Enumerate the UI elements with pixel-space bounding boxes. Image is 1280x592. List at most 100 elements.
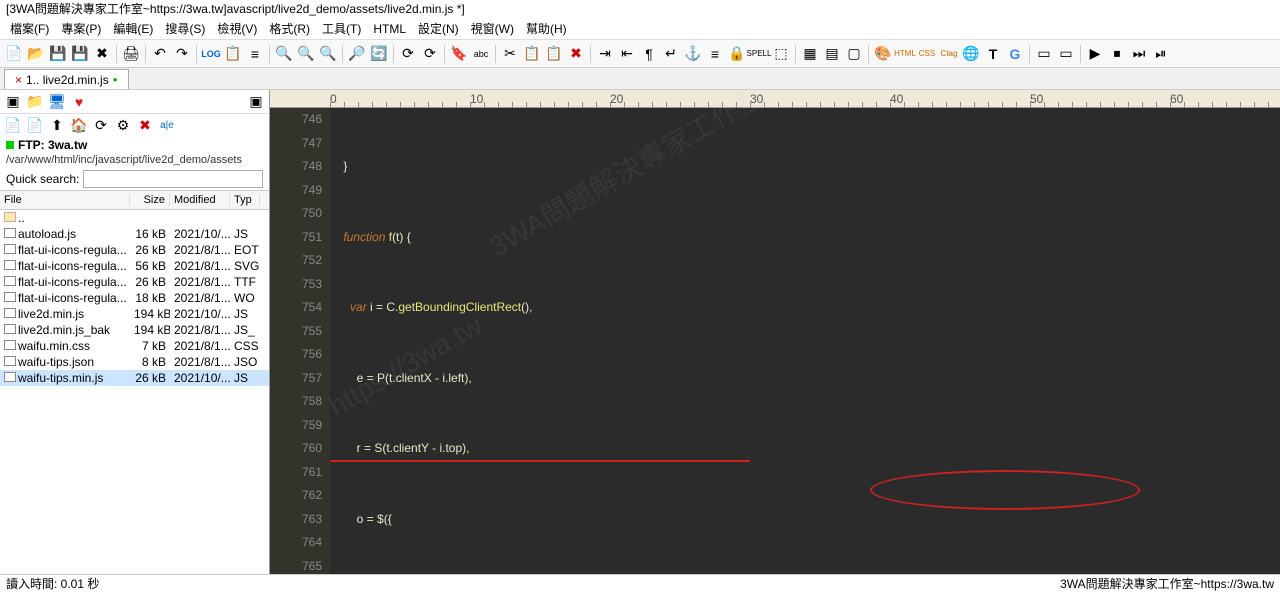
code-area[interactable]: } function f(t) { var i = C.getBoundingC… <box>330 108 1280 574</box>
delete-icon[interactable]: ✖ <box>566 44 586 64</box>
code-editor[interactable]: 010203040506070 746747748749750751752753… <box>270 90 1280 574</box>
stop-icon[interactable]: ⏹ <box>1107 44 1127 64</box>
html-icon[interactable]: HTML <box>895 44 915 64</box>
file-row[interactable]: flat-ui-icons-regula...26 kB2021/8/1...T… <box>0 274 269 290</box>
menu-edit[interactable]: 編輯(E) <box>107 18 159 39</box>
doc-icon[interactable]: 📋 <box>223 44 243 64</box>
tag-icon[interactable]: ⬚ <box>771 44 791 64</box>
menu-settings[interactable]: 設定(N) <box>412 18 465 39</box>
menu-window[interactable]: 視窗(W) <box>465 18 520 39</box>
undo-icon[interactable]: ↶ <box>150 44 170 64</box>
para-icon[interactable]: ¶ <box>639 44 659 64</box>
indent-icon[interactable]: ⇥ <box>595 44 615 64</box>
reload-icon[interactable]: ⟳ <box>398 44 418 64</box>
nav-refresh-icon[interactable]: ⟳ <box>92 116 110 134</box>
panel-windows-icon[interactable]: ▣ <box>247 93 265 111</box>
toolbar: 📄 📂 💾 💾 ✖ 🖨 ↶ ↷ LOG 📋 ≡ 🔍 🔍 🔍 🔎 🔄 ⟳ ⟳ 🔖 … <box>0 40 1280 68</box>
file-table: File Size Modified Typ ..autoload.js16 k… <box>0 190 269 574</box>
quick-search-input[interactable] <box>83 170 263 188</box>
format-icon[interactable]: ≡ <box>705 44 725 64</box>
menu-tools[interactable]: 工具(T) <box>316 18 367 39</box>
color-icon[interactable]: 🎨 <box>873 44 893 64</box>
new-file-icon[interactable]: 📄 <box>4 44 24 64</box>
nav-up-icon[interactable]: ⬆ <box>48 116 66 134</box>
file-row[interactable]: flat-ui-icons-regula...18 kB2021/8/1...W… <box>0 290 269 306</box>
panel-files-icon[interactable]: ▣ <box>4 93 22 111</box>
col-file[interactable]: File <box>0 194 130 206</box>
form-icon[interactable]: ▤ <box>822 44 842 64</box>
nav-home-icon[interactable]: 🏠 <box>70 116 88 134</box>
cut-icon[interactable]: ✂ <box>500 44 520 64</box>
spell2-icon[interactable]: SPELL <box>749 44 769 64</box>
close-icon[interactable]: ✖ <box>92 44 112 64</box>
menu-view[interactable]: 檢視(V) <box>211 18 263 39</box>
replace-icon[interactable]: 🔄 <box>369 44 389 64</box>
css-icon[interactable]: CSS <box>917 44 937 64</box>
next-icon[interactable]: ⏭ <box>1129 44 1149 64</box>
lock-icon[interactable]: 🔒 <box>727 44 747 64</box>
text-icon[interactable]: T <box>983 44 1003 64</box>
find-icon[interactable]: 🔎 <box>347 44 367 64</box>
globe-icon[interactable]: 🌐 <box>961 44 981 64</box>
zoom-out-icon[interactable]: 🔍 <box>318 44 338 64</box>
file-row[interactable]: waifu-tips.json8 kB2021/8/1...JSO <box>0 354 269 370</box>
bookmark-icon[interactable]: 🔖 <box>449 44 469 64</box>
tab-modified-icon: ● <box>113 70 118 90</box>
file-row[interactable]: flat-ui-icons-regula...56 kB2021/8/1...S… <box>0 258 269 274</box>
menu-help[interactable]: 幫助(H) <box>520 18 573 39</box>
spell-icon[interactable]: abc <box>471 44 491 64</box>
wrap-icon[interactable]: ↵ <box>661 44 681 64</box>
anchor-icon[interactable]: ⚓ <box>683 44 703 64</box>
tab-label: 1.. live2d.min.js <box>26 70 109 90</box>
end-icon[interactable]: ⏯ <box>1151 44 1171 64</box>
copy-icon[interactable]: 📋 <box>522 44 542 64</box>
google-icon[interactable]: G <box>1005 44 1025 64</box>
menu-project[interactable]: 專案(P) <box>55 18 107 39</box>
col-modified[interactable]: Modified <box>170 194 230 206</box>
cell-icon[interactable]: ▢ <box>844 44 864 64</box>
zoom-in-icon[interactable]: 🔍 <box>296 44 316 64</box>
menu-html[interactable]: HTML <box>367 20 412 38</box>
win2-icon[interactable]: ▭ <box>1056 44 1076 64</box>
outdent-icon[interactable]: ⇤ <box>617 44 637 64</box>
redo-icon[interactable]: ↷ <box>172 44 192 64</box>
file-row[interactable]: live2d.min.js194 kB2021/10/...JS <box>0 306 269 322</box>
file-row[interactable]: .. <box>0 210 269 226</box>
col-type[interactable]: Typ <box>230 194 260 206</box>
table-icon[interactable]: ▦ <box>800 44 820 64</box>
tab-close-icon[interactable]: × <box>15 70 22 90</box>
file-row[interactable]: live2d.min.js_bak194 kB2021/8/1...JS_ <box>0 322 269 338</box>
file-row[interactable]: flat-ui-icons-regula...26 kB2021/8/1...E… <box>0 242 269 258</box>
menu-format[interactable]: 格式(R) <box>263 18 316 39</box>
tab-file[interactable]: × 1.. live2d.min.js ● <box>4 69 129 89</box>
log-icon[interactable]: LOG <box>201 44 221 64</box>
nav-delete-icon[interactable]: ✖ <box>136 116 154 134</box>
ruler: 010203040506070 <box>270 90 1280 108</box>
reload2-icon[interactable]: ⟳ <box>420 44 440 64</box>
file-row[interactable]: waifu.min.css7 kB2021/8/1...CSS <box>0 338 269 354</box>
nav-rename-icon[interactable]: a|e <box>158 116 176 134</box>
col-size[interactable]: Size <box>130 194 170 206</box>
ftp-path[interactable]: /var/www/html/inc/javascript/live2d_demo… <box>0 154 269 168</box>
print-icon[interactable]: 🖨 <box>121 44 141 64</box>
panel-heart-icon[interactable]: ♥ <box>70 93 88 111</box>
win1-icon[interactable]: ▭ <box>1034 44 1054 64</box>
paste-icon[interactable]: 📋 <box>544 44 564 64</box>
menu-search[interactable]: 搜尋(S) <box>159 18 211 39</box>
save-all-icon[interactable]: 💾 <box>70 44 90 64</box>
menu-file[interactable]: 檔案(F) <box>4 18 55 39</box>
nav-new-icon[interactable]: 📄 <box>4 116 22 134</box>
panel-monitor-icon[interactable]: 🖥 <box>48 93 66 111</box>
ctag-icon[interactable]: Ctag <box>939 44 959 64</box>
file-row[interactable]: waifu-tips.min.js26 kB2021/10/...JS <box>0 370 269 386</box>
save-icon[interactable]: 💾 <box>48 44 68 64</box>
search-icon[interactable]: 🔍 <box>274 44 294 64</box>
line-gutter: 7467477487497507517527537547557567577587… <box>270 108 330 574</box>
nav-newfile-icon[interactable]: 📄 <box>26 116 44 134</box>
list-icon[interactable]: ≡ <box>245 44 265 64</box>
file-row[interactable]: autoload.js16 kB2021/10/...JS <box>0 226 269 242</box>
nav-config-icon[interactable]: ⚙ <box>114 116 132 134</box>
panel-folder-icon[interactable]: 📁 <box>26 93 44 111</box>
play-icon[interactable]: ▶ <box>1085 44 1105 64</box>
open-icon[interactable]: 📂 <box>26 44 46 64</box>
